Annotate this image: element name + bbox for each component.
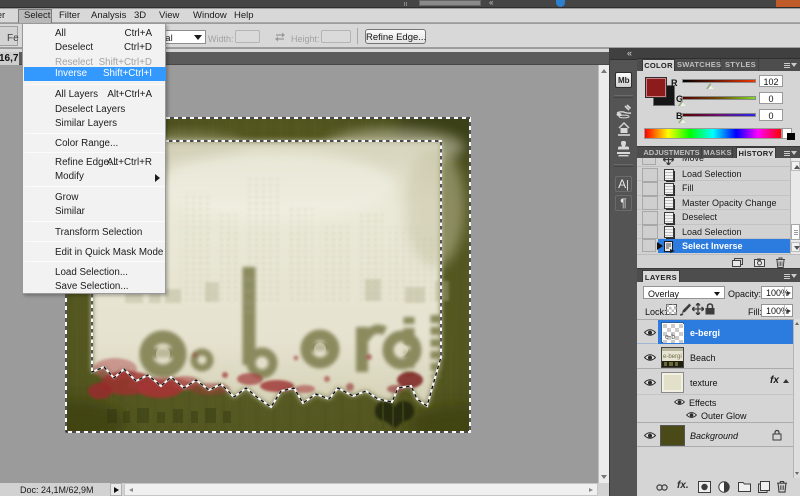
svg-text:e-b: e-b xyxy=(665,334,675,341)
svg-text:e-bergi: e-bergi xyxy=(663,354,682,360)
